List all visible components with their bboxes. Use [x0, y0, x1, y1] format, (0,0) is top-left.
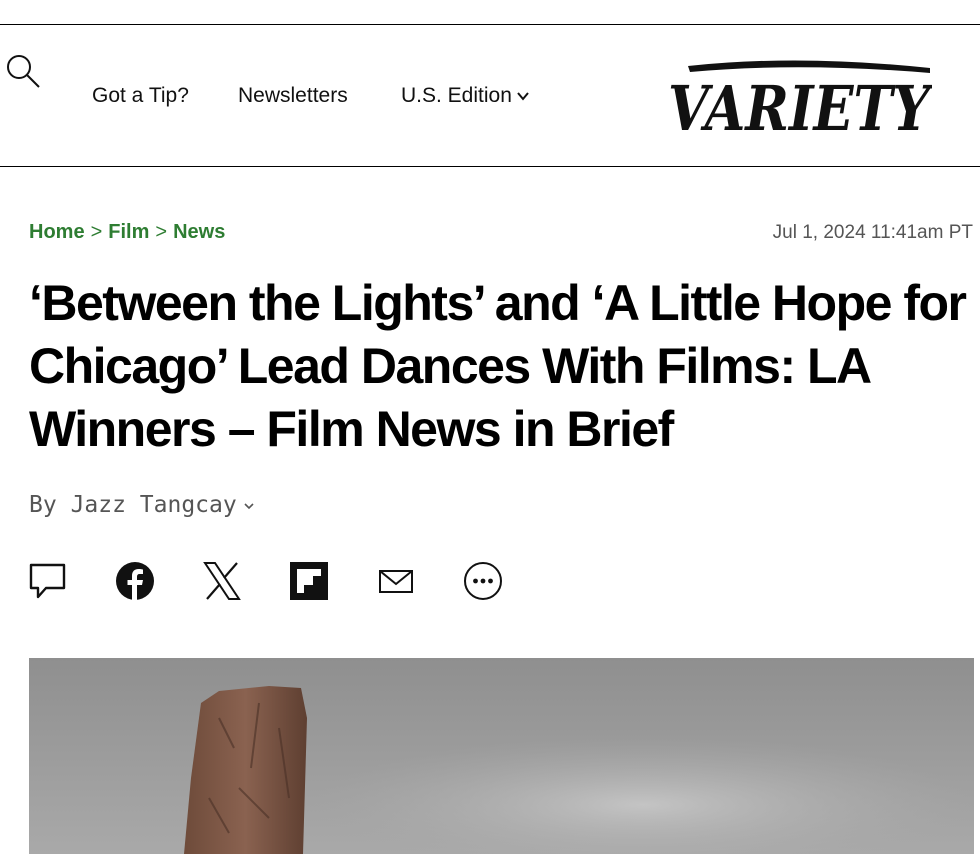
- facebook-share-button[interactable]: [115, 561, 155, 601]
- breadcrumb-separator: >: [155, 221, 168, 243]
- sky-glow: [29, 658, 974, 854]
- facebook-icon: [116, 562, 154, 600]
- search-button[interactable]: [4, 52, 44, 92]
- comment-button[interactable]: [28, 561, 68, 601]
- logo-wordmark: VARIETY: [668, 72, 932, 138]
- chevron-down-icon: [244, 502, 254, 509]
- flipboard-share-button[interactable]: [289, 561, 329, 601]
- variety-logo[interactable]: VARIETY: [668, 56, 935, 145]
- flipboard-icon: [290, 562, 328, 600]
- newsletters-link[interactable]: Newsletters: [238, 84, 348, 108]
- more-icon: [464, 562, 502, 600]
- author-link[interactable]: Jazz Tangcay: [71, 492, 255, 518]
- search-icon: [7, 55, 40, 88]
- breadcrumb: Home > Film > News: [29, 221, 225, 244]
- breadcrumb-separator: >: [90, 221, 103, 243]
- x-icon: [203, 562, 241, 600]
- chevron-down-icon: [517, 92, 529, 102]
- got-a-tip-link[interactable]: Got a Tip?: [92, 84, 189, 108]
- byline: By Jazz Tangcay: [29, 492, 255, 518]
- comment-icon: [29, 563, 66, 599]
- byline-prefix: By: [29, 492, 57, 518]
- edition-label: U.S. Edition: [401, 84, 512, 107]
- author-name: Jazz Tangcay: [70, 492, 237, 518]
- edition-dropdown[interactable]: U.S. Edition: [401, 84, 530, 108]
- article-headline: ‘Between the Lights’ and ‘A Little Hope …: [29, 275, 967, 457]
- email-share-button[interactable]: [376, 561, 416, 601]
- breadcrumb-film[interactable]: Film: [108, 221, 149, 243]
- breadcrumb-home[interactable]: Home: [29, 221, 85, 243]
- publish-timestamp: Jul 1, 2024 11:41am PT: [772, 222, 973, 243]
- hero-image: [29, 658, 974, 854]
- breadcrumb-news[interactable]: News: [173, 221, 225, 243]
- x-share-button[interactable]: [202, 561, 242, 601]
- standing-stone: [184, 686, 307, 854]
- email-icon: [379, 570, 413, 593]
- more-share-button[interactable]: [463, 561, 503, 601]
